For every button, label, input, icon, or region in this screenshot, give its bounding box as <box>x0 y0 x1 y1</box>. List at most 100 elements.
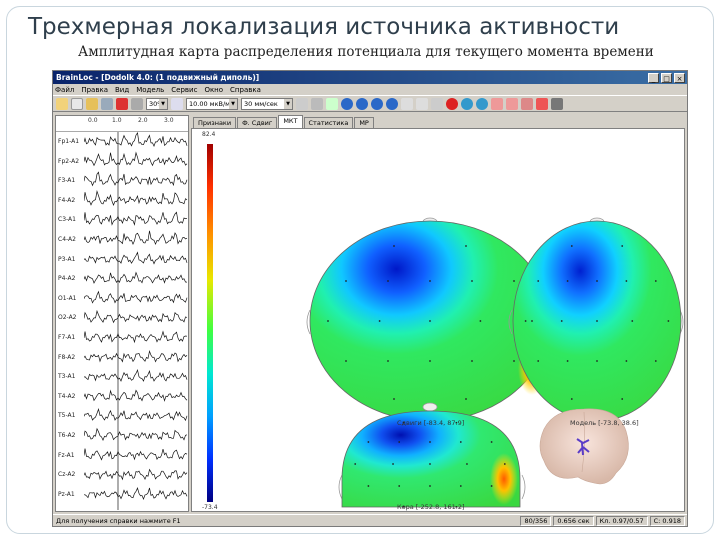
speed-select[interactable]: 30 мм/сек ▼ <box>241 97 293 110</box>
nav-first-icon[interactable] <box>341 97 353 110</box>
warning-icon[interactable] <box>116 97 128 110</box>
folder-icon[interactable] <box>86 97 98 110</box>
app-window: BrainLoc - [Dodolk 4.0: (1 подвижный дип… <box>52 70 688 527</box>
menu-edit[interactable]: Правка <box>81 86 108 94</box>
menu-window[interactable]: Окно <box>204 86 223 94</box>
stop-icon[interactable] <box>416 97 428 110</box>
eeg-trace <box>84 448 188 461</box>
bars-icon[interactable] <box>311 97 323 110</box>
channel-label: Fp2-A2 <box>58 157 80 165</box>
map-3-caption: Кора [-252.8, 161.2] <box>397 503 465 511</box>
nav-last-icon[interactable] <box>386 97 398 110</box>
channel-label: T3-A1 <box>58 373 76 381</box>
eeg-trace <box>84 290 188 304</box>
eeg-trace <box>84 230 188 246</box>
close-icon[interactable]: × <box>674 72 685 83</box>
tab-shift[interactable]: Ф. Сдвиг <box>237 117 278 128</box>
eeg-trace <box>84 309 188 324</box>
channel-label: T6-A2 <box>58 432 76 439</box>
tab-mr[interactable]: МР <box>354 117 374 128</box>
tab-mkt[interactable]: МКТ <box>278 115 303 128</box>
eeg-traces[interactable] <box>84 132 188 510</box>
menu-help[interactable]: Справка <box>230 86 261 94</box>
print-icon[interactable] <box>131 97 143 110</box>
nav-prev-icon[interactable] <box>356 97 368 110</box>
eeg-trace <box>84 407 188 422</box>
rotate-right-icon[interactable] <box>476 97 488 110</box>
time-tick: 2.0 <box>138 117 148 124</box>
window-titlebar[interactable]: BrainLoc - [Dodolk 4.0: (1 подвижный дип… <box>53 71 687 84</box>
amplitude-select[interactable]: 10.00 мкВ/мм ▼ <box>186 97 238 110</box>
filter-icon[interactable] <box>551 97 563 110</box>
eeg-trace <box>84 171 188 187</box>
grid-icon[interactable] <box>71 97 83 110</box>
eeg-trace <box>84 211 188 226</box>
channel-label: F4-A2 <box>58 196 76 204</box>
channel-label: O2-A2 <box>58 314 77 322</box>
status-time: 0.656 сек <box>553 515 594 526</box>
channel-label: F7-A1 <box>58 334 76 341</box>
maps-svg <box>306 217 684 508</box>
time-scale: 0.0 1.0 2.0 3.0 <box>56 116 188 132</box>
channel-label: F8-A2 <box>58 353 76 361</box>
eeg-trace <box>84 486 188 500</box>
menu-file[interactable]: Файл <box>55 86 74 94</box>
channel-label: O1-A1 <box>58 294 77 302</box>
eeg-trace <box>84 132 188 148</box>
nav-next-icon[interactable] <box>371 97 383 110</box>
open-icon[interactable] <box>56 97 68 110</box>
channel-label: Fp1-A1 <box>58 138 80 145</box>
map-panel: Признаки Ф. Сдвиг МКТ Статистика МР 82.4… <box>191 115 685 512</box>
slide-title: Трехмерная локализация источника активно… <box>28 14 620 40</box>
brain-view-icon[interactable] <box>506 97 518 110</box>
tab-statistics[interactable]: Статистика <box>303 117 354 128</box>
status-value: С: 0.918 <box>649 515 685 526</box>
map-area: 82.4 -73.4 Сдвиги [-83.4, 87.9] Модель [… <box>191 128 685 512</box>
eeg-trace <box>84 349 188 363</box>
record-icon[interactable] <box>446 97 458 110</box>
eeg-trace <box>84 251 188 265</box>
tab-features[interactable]: Признаки <box>193 117 237 128</box>
channel-label: P3-A1 <box>58 255 76 263</box>
menu-view[interactable]: Вид <box>115 86 129 94</box>
channel-label: Cz-A2 <box>58 471 76 479</box>
marker-icon[interactable] <box>326 97 338 110</box>
channel-label: T4-A2 <box>58 392 76 400</box>
save-icon[interactable] <box>101 97 113 110</box>
channel-label: C4-A2 <box>58 236 76 243</box>
channel-label: Pz-A1 <box>58 490 75 498</box>
toolbar: 30% ▼ 10.00 мкВ/мм ▼ 30 мм/сек ▼ <box>53 95 687 112</box>
eeg-panel[interactable]: 0.0 1.0 2.0 3.0 Fp1-A1 Fp2-A2 F3-A1 F4-A2 C3… <box>55 115 189 512</box>
channel-label: F3-A1 <box>58 177 76 185</box>
eeg-trace <box>84 330 188 344</box>
status-coefficient: Кл. 0.97/0.57 <box>595 515 648 526</box>
slide-subtitle: Амплитудная карта распределения потенциа… <box>78 44 654 60</box>
cursor-icon[interactable] <box>296 97 308 110</box>
menu-bar: Файл Правка Вид Модель Сервис Окно Справ… <box>53 84 687 95</box>
channel-label: C3-A1 <box>58 216 76 224</box>
zoom-in-icon[interactable] <box>171 97 183 110</box>
rotate-left-icon[interactable] <box>461 97 473 110</box>
view-tabs: Признаки Ф. Сдвиг МКТ Статистика МР <box>191 115 685 128</box>
map-1-caption: Сдвиги [-83.4, 87.9] <box>397 419 465 427</box>
eeg-trace <box>84 427 188 441</box>
dipole-icon[interactable] <box>521 97 533 110</box>
channel-label: T5-A1 <box>58 412 76 420</box>
eeg-trace <box>84 468 188 481</box>
time-tick: 1.0 <box>112 117 122 124</box>
minimize-icon[interactable]: _ <box>648 72 659 83</box>
menu-service[interactable]: Сервис <box>171 86 197 94</box>
eeg-trace <box>84 151 188 167</box>
menu-model[interactable]: Модель <box>136 86 164 94</box>
model-icon[interactable] <box>536 97 548 110</box>
play-icon[interactable] <box>401 97 413 110</box>
time-tick: 0.0 <box>88 117 98 124</box>
status-sample: 80/356 <box>520 515 552 526</box>
settings-icon[interactable] <box>431 97 443 110</box>
status-bar: Для получения справки нажмите F1 80/356 … <box>53 514 687 526</box>
maximize-icon[interactable]: □ <box>661 72 672 83</box>
channel-label: P4-A2 <box>58 275 76 283</box>
head-view-icon[interactable] <box>491 97 503 110</box>
time-tick: 3.0 <box>164 117 174 124</box>
zoom-select[interactable]: 30% ▼ <box>146 97 168 110</box>
